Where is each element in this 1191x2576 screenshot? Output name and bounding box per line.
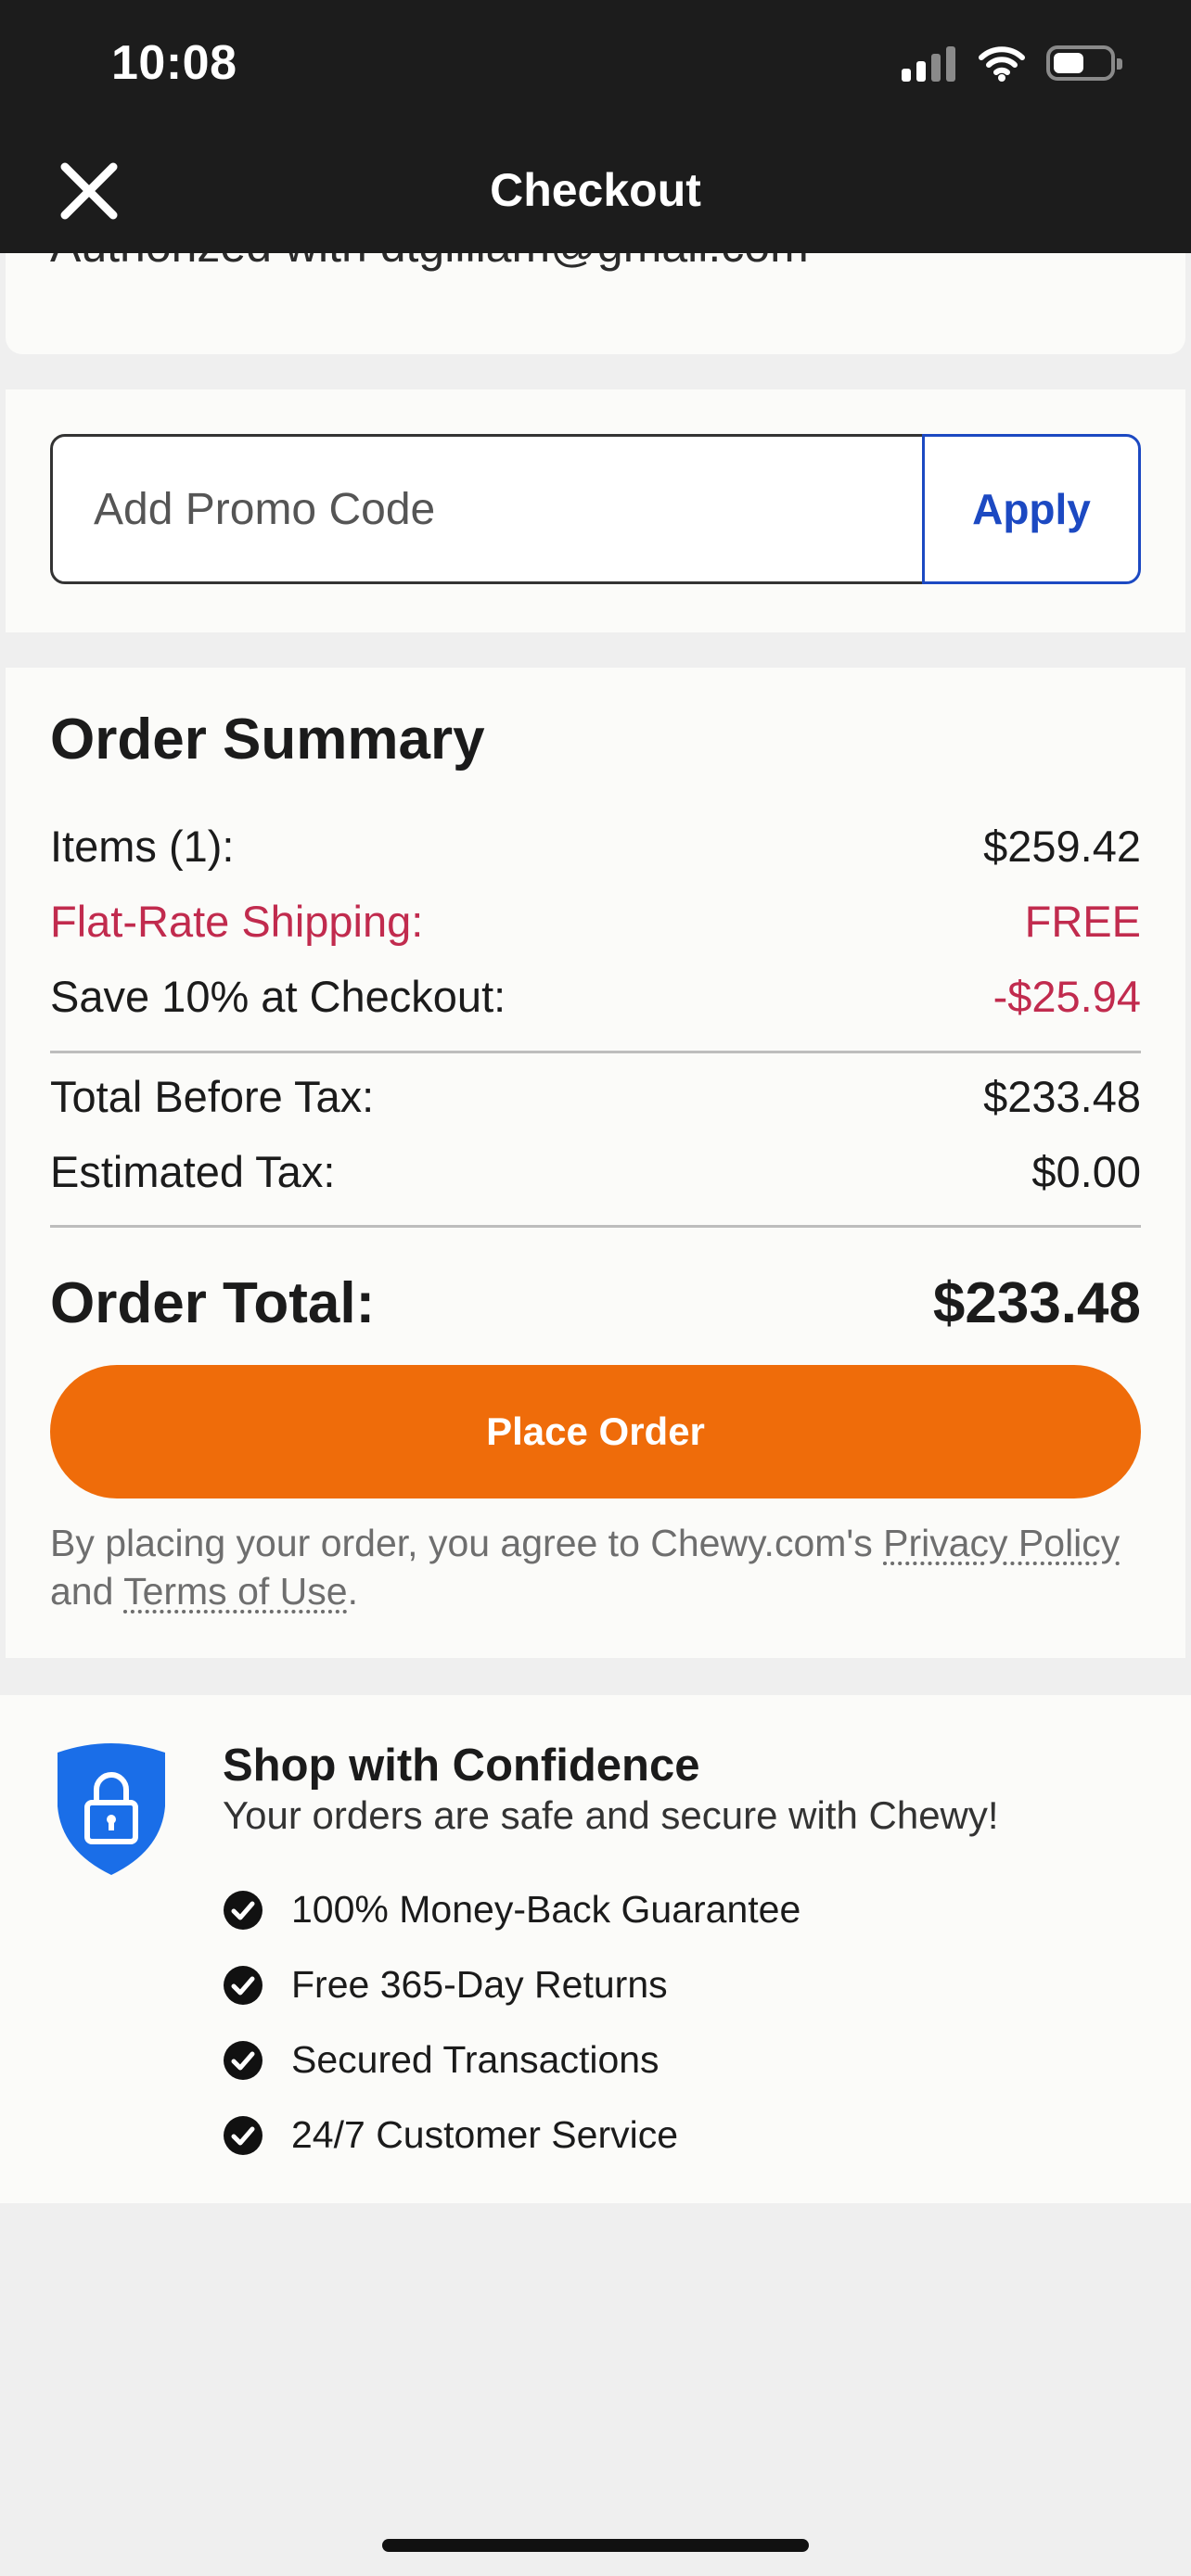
confidence-item-label: 100% Money-Back Guarantee bbox=[291, 1888, 801, 1931]
row-value: $0.00 bbox=[1031, 1147, 1141, 1196]
row-label: Total Before Tax: bbox=[50, 1072, 375, 1121]
shield-lock-icon bbox=[58, 1743, 165, 1875]
home-indicator[interactable] bbox=[382, 2539, 809, 2552]
battery-level bbox=[1054, 53, 1083, 73]
row-label: Items (1): bbox=[50, 822, 235, 871]
confidence-item: 24/7 Customer Service bbox=[223, 2113, 678, 2157]
order-summary-title: Order Summary bbox=[50, 708, 485, 772]
confidence-item-label: 24/7 Customer Service bbox=[291, 2113, 679, 2156]
confidence-item: 100% Money-Back Guarantee bbox=[223, 1888, 800, 1932]
check-circle-icon bbox=[224, 1965, 263, 2005]
check-circle-icon bbox=[224, 1890, 263, 1930]
top-bar: 10:08 Checkout bbox=[0, 0, 1191, 253]
battery-icon bbox=[1046, 45, 1122, 81]
order-total-row: Order Total: $233.48 bbox=[50, 1270, 1141, 1336]
check-circle-icon bbox=[224, 2115, 263, 2155]
status-time: 10:08 bbox=[111, 36, 237, 90]
terms-of-use-link[interactable]: Terms of Use bbox=[123, 1570, 348, 1613]
promo-card: Add Promo Code Apply bbox=[6, 389, 1185, 632]
order-total-label: Order Total: bbox=[50, 1271, 376, 1335]
row-value: $259.42 bbox=[983, 822, 1141, 871]
summary-row-items: Items (1): $259.42 bbox=[50, 821, 1141, 872]
row-label: Save 10% at Checkout: bbox=[50, 972, 506, 1021]
cellular-signal-icon bbox=[902, 45, 955, 82]
legal-end: . bbox=[347, 1570, 358, 1613]
promo-code-input[interactable]: Add Promo Code bbox=[50, 434, 926, 584]
confidence-item: Free 365-Day Returns bbox=[223, 1963, 668, 2007]
confidence-title: Shop with Confidence bbox=[223, 1741, 700, 1791]
row-label: Flat-Rate Shipping: bbox=[50, 897, 424, 946]
summary-row-before-tax: Total Before Tax: $233.48 bbox=[50, 1071, 1141, 1122]
summary-row-shipping: Flat-Rate Shipping: FREE bbox=[50, 896, 1141, 947]
legal-and: and bbox=[50, 1570, 124, 1613]
divider bbox=[50, 1225, 1141, 1228]
row-value: FREE bbox=[1024, 897, 1141, 946]
summary-row-tax: Estimated Tax: $0.00 bbox=[50, 1146, 1141, 1197]
confidence-item-label: Secured Transactions bbox=[291, 2038, 660, 2081]
place-order-button[interactable]: Place Order bbox=[50, 1365, 1141, 1498]
confidence-item-label: Free 365-Day Returns bbox=[291, 1963, 668, 2006]
privacy-policy-link[interactable]: Privacy Policy bbox=[883, 1522, 1120, 1564]
page-title: Checkout bbox=[490, 164, 701, 216]
wifi-icon bbox=[979, 46, 1025, 82]
row-value: $233.48 bbox=[983, 1072, 1141, 1121]
confidence-subtitle: Your orders are safe and secure with Che… bbox=[223, 1793, 999, 1837]
divider bbox=[50, 1051, 1141, 1053]
summary-row-discount: Save 10% at Checkout: -$25.94 bbox=[50, 971, 1141, 1022]
shop-with-confidence-card: Shop with Confidence Your orders are saf… bbox=[0, 1695, 1191, 2203]
check-circle-icon bbox=[224, 2040, 263, 2080]
legal-text: By placing your order, you agree to Chew… bbox=[50, 1519, 1141, 1615]
promo-code-placeholder: Add Promo Code bbox=[94, 484, 436, 534]
confidence-item: Secured Transactions bbox=[223, 2038, 660, 2082]
row-value: -$25.94 bbox=[992, 972, 1141, 1021]
order-total-value: $233.48 bbox=[932, 1271, 1141, 1335]
legal-prefix: By placing your order, you agree to Chew… bbox=[50, 1522, 884, 1564]
row-label: Estimated Tax: bbox=[50, 1147, 336, 1196]
apply-promo-button[interactable]: Apply bbox=[922, 434, 1141, 584]
order-summary-card: Order Summary Items (1): $259.42 Flat-Ra… bbox=[6, 668, 1185, 1658]
status-icons bbox=[902, 45, 1122, 82]
